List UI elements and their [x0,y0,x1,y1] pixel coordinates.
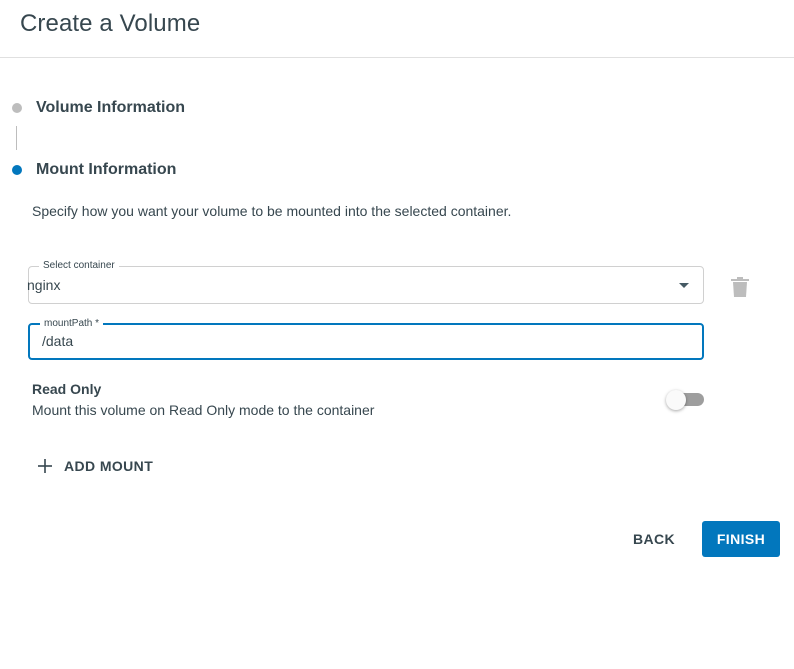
container-select[interactable]: Select container nginx [27,260,704,304]
step-label: Volume Information [36,99,186,116]
mount-path-label: mountPath * [40,318,104,330]
read-only-description: Mount this volume on Read Only mode to t… [32,402,375,418]
add-mount-label: ADD MOUNT [64,458,154,474]
step-label: Mount Information [36,161,177,178]
read-only-title: Read Only [32,381,102,397]
back-button[interactable]: BACK [622,522,686,556]
step-connector [16,126,17,150]
finish-button[interactable]: FINISH [702,521,780,557]
mount-path-field[interactable]: mountPath * [28,318,704,360]
toggle-thumb [666,390,686,410]
trash-icon[interactable] [731,277,749,297]
dialog-header: Create a Volume [0,0,794,58]
container-select-value: nginx [27,277,61,293]
read-only-toggle[interactable] [666,389,706,411]
step-active-dot [12,165,22,175]
plus-icon [38,459,52,473]
mount-path-input[interactable] [42,333,682,349]
caret-down-icon[interactable] [679,283,689,288]
mount-description: Specify how you want your volume to be m… [32,203,512,219]
step-completed-dot [12,103,22,113]
container-select-label: Select container [39,260,119,272]
page-title: Create a Volume [20,10,201,37]
add-mount-button[interactable]: ADD MOUNT [32,452,153,480]
